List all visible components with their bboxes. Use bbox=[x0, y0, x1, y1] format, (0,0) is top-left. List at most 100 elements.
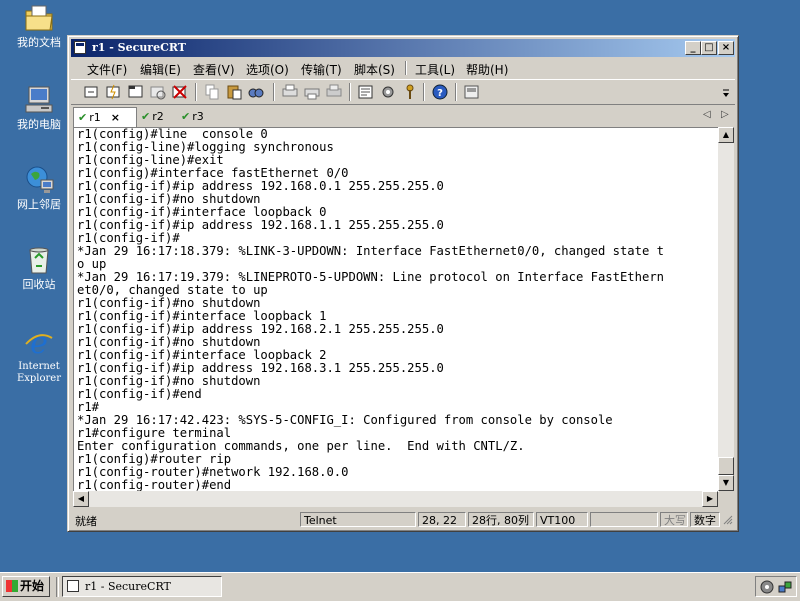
status-caps: 大写 bbox=[660, 512, 688, 527]
recycle-bin-icon bbox=[23, 244, 55, 276]
svg-text:e: e bbox=[30, 326, 48, 358]
key-icon[interactable] bbox=[401, 83, 419, 101]
scroll-right-icon[interactable]: ▶ bbox=[702, 491, 718, 507]
connected-check-icon: ✔ bbox=[141, 110, 151, 123]
menu-view[interactable]: 查看(V) bbox=[193, 61, 235, 78]
close-button[interactable]: × bbox=[718, 41, 734, 55]
vertical-scrollbar[interactable]: ▲ ▼ bbox=[718, 127, 734, 491]
tab-label: r3 bbox=[192, 110, 204, 123]
toolbar-separator bbox=[195, 83, 196, 101]
toolbar-separator bbox=[423, 83, 424, 101]
title-bar[interactable]: r1 - SecureCRT _ □ × bbox=[71, 39, 735, 57]
window-title: r1 - SecureCRT bbox=[92, 41, 186, 54]
scroll-thumb[interactable] bbox=[718, 457, 734, 475]
tab-close-icon[interactable]: × bbox=[111, 111, 120, 124]
connect-icon[interactable] bbox=[83, 83, 101, 101]
help-icon[interactable]: ? bbox=[431, 83, 449, 101]
status-empty bbox=[590, 512, 658, 527]
my-computer-icon bbox=[23, 84, 55, 116]
desktop-icon-label: 我的电脑 bbox=[17, 118, 61, 131]
svg-text:?: ? bbox=[437, 88, 443, 99]
tab-r3[interactable]: ✔ r3 bbox=[181, 107, 204, 126]
tab-r1[interactable]: ✔ r1 × bbox=[73, 107, 137, 127]
terminal-line: *Jan 29 16:17:18.379: %LINK-3-UPDOWN: In… bbox=[77, 244, 664, 258]
my-documents-icon bbox=[23, 2, 55, 34]
menu-bar: 文件(F) 编辑(E) 查看(V) 选项(O) 传输(T) 脚本(S) 工具(L… bbox=[71, 58, 735, 77]
status-cursor-position: 28, 22 bbox=[418, 512, 466, 527]
connected-check-icon: ✔ bbox=[181, 110, 191, 123]
taskbar-item-securecrt[interactable]: r1 - SecureCRT bbox=[62, 576, 222, 597]
system-tray bbox=[755, 576, 797, 597]
toolbar-separator bbox=[349, 83, 350, 101]
desktop-icon-label: 我的文档 bbox=[17, 36, 61, 49]
menu-separator bbox=[405, 61, 406, 75]
keymap-icon[interactable] bbox=[463, 83, 481, 101]
desktop-icon-my-documents[interactable]: 我的文档 bbox=[6, 2, 72, 49]
toolbar-separator bbox=[273, 83, 274, 101]
desktop-icon-network-places[interactable]: 网上邻居 bbox=[6, 164, 72, 211]
desktop-icon-label: Internet Explorer bbox=[16, 361, 62, 384]
resize-grip-icon[interactable] bbox=[723, 515, 733, 525]
find-icon[interactable] bbox=[247, 83, 265, 101]
taskbar: 开始 r1 - SecureCRT bbox=[0, 572, 800, 601]
tab-scroll-left-icon[interactable]: ◁ bbox=[703, 109, 711, 120]
horizontal-scrollbar[interactable]: ◀ ▶ bbox=[73, 491, 718, 507]
taskbar-item-label: r1 - SecureCRT bbox=[85, 580, 171, 593]
copy-icon[interactable] bbox=[203, 83, 221, 101]
connected-check-icon: ✔ bbox=[78, 111, 88, 124]
windows-flag-icon bbox=[6, 580, 18, 592]
print-setup-icon[interactable] bbox=[281, 83, 299, 101]
tab-r2[interactable]: ✔ r2 bbox=[141, 107, 164, 126]
scroll-up-icon[interactable]: ▲ bbox=[718, 127, 734, 143]
menu-tools[interactable]: 工具(L) bbox=[415, 61, 455, 78]
internet-explorer-icon: e bbox=[23, 326, 55, 361]
status-terminal-size: 28行, 80列 bbox=[468, 512, 534, 527]
tab-label: r1 bbox=[89, 111, 101, 124]
connect-tab-icon[interactable] bbox=[127, 83, 145, 101]
menu-edit[interactable]: 编辑(E) bbox=[140, 61, 181, 78]
print-selection-icon[interactable] bbox=[303, 83, 321, 101]
app-icon bbox=[74, 41, 86, 54]
menu-script[interactable]: 脚本(S) bbox=[354, 61, 395, 78]
global-options-icon[interactable] bbox=[379, 83, 397, 101]
scroll-left-icon[interactable]: ◀ bbox=[73, 491, 89, 507]
menu-help[interactable]: 帮助(H) bbox=[466, 61, 508, 78]
paste-icon[interactable] bbox=[225, 83, 243, 101]
desktop-icon-my-computer[interactable]: 我的电脑 bbox=[6, 84, 72, 131]
start-label: 开始 bbox=[20, 579, 45, 593]
quick-connect-icon[interactable] bbox=[105, 83, 123, 101]
desktop-icon-label: 网上邻居 bbox=[17, 198, 61, 211]
maximize-button[interactable]: □ bbox=[701, 41, 717, 55]
print-icon[interactable] bbox=[325, 83, 343, 101]
status-bar: 就绪 Telnet 28, 22 28行, 80列 VT100 大写 数字 bbox=[71, 511, 735, 529]
menu-file[interactable]: 文件(F) bbox=[87, 61, 127, 78]
scroll-down-icon[interactable]: ▼ bbox=[718, 475, 734, 491]
status-ready: 就绪 bbox=[75, 515, 97, 528]
terminal-output[interactable]: r1(config)#line console 0 r1(config-line)… bbox=[73, 127, 719, 492]
disconnect-icon[interactable] bbox=[171, 83, 189, 101]
desktop-icon-internet-explorer[interactable]: e Internet Explorer bbox=[6, 326, 72, 385]
toolbar-overflow-icon[interactable] bbox=[721, 82, 731, 100]
app-icon bbox=[67, 580, 79, 592]
status-num: 数字 bbox=[690, 512, 720, 527]
desktop-icon-recycle-bin[interactable]: 回收站 bbox=[6, 244, 72, 291]
tray-volume-icon[interactable] bbox=[760, 579, 774, 598]
menu-options[interactable]: 选项(O) bbox=[246, 61, 289, 78]
tab-scroll-right-icon[interactable]: ▷ bbox=[721, 109, 729, 120]
session-options-icon[interactable] bbox=[357, 83, 375, 101]
status-terminal-type: VT100 bbox=[536, 512, 588, 527]
tab-label: r2 bbox=[152, 110, 164, 123]
taskbar-separator bbox=[56, 577, 59, 597]
toolbar: ? bbox=[71, 79, 735, 105]
network-places-icon bbox=[23, 164, 55, 196]
start-button[interactable]: 开始 bbox=[2, 576, 50, 597]
securecrt-window: r1 - SecureCRT _ □ × 文件(F) 编辑(E) 查看(V) 选… bbox=[67, 35, 739, 532]
status-protocol: Telnet bbox=[300, 512, 416, 527]
session-tabs: ✔ r1 × ✔ r2 ✔ r3 ◁ ▷ bbox=[71, 106, 735, 127]
toolbar-separator bbox=[455, 83, 456, 101]
tray-network-icon[interactable] bbox=[778, 579, 792, 598]
reconnect-icon[interactable] bbox=[149, 83, 167, 101]
desktop-icon-label: 回收站 bbox=[22, 278, 56, 291]
menu-transfer[interactable]: 传输(T) bbox=[301, 61, 342, 78]
minimize-button[interactable]: _ bbox=[685, 41, 701, 55]
